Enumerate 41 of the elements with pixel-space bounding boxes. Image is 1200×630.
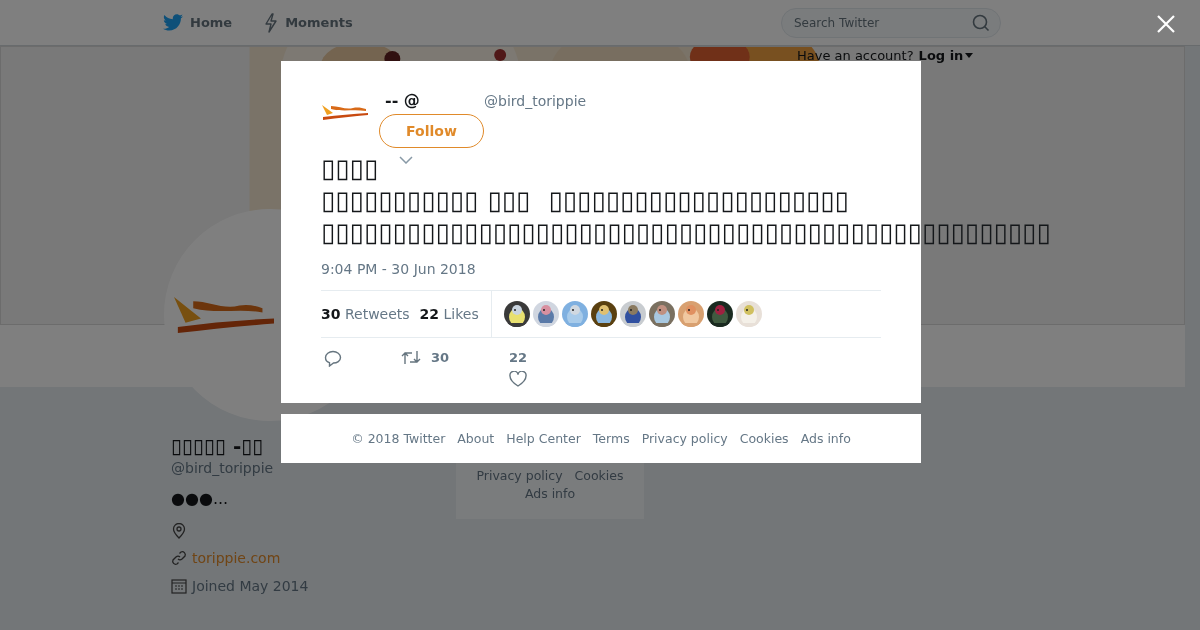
profile-bio: ●●●... [171, 489, 230, 509]
retweet-count[interactable]: 30 Retweets [321, 306, 410, 322]
nav-link[interactable]: Home [163, 14, 233, 31]
bird-icon [163, 14, 183, 31]
heart-icon [509, 371, 528, 387]
calendar-icon [171, 578, 187, 594]
location-icon [171, 523, 187, 539]
logo-icon [174, 297, 274, 333]
reply-icon [324, 350, 342, 367]
retweet-button[interactable]: 30 [401, 350, 509, 365]
author-name: -- @ [385, 91, 421, 110]
like-count[interactable]: 22 Likes [419, 306, 479, 322]
link-icon [171, 550, 187, 566]
follow-button[interactable]: Follow [379, 114, 484, 148]
tweet-timestamp: 9:04 PM - 30 Jun 2018 [321, 260, 477, 278]
search-icon [972, 13, 990, 32]
chevron-icon[interactable] [399, 156, 413, 164]
caret-icon [965, 53, 974, 58]
profile-name: ▯▯▯▯▯ -▯▯ [171, 433, 264, 459]
footer-link[interactable]: Cookies [574, 467, 624, 485]
profile-handle: @bird_torippie [171, 459, 275, 477]
footer-link[interactable]: Privacy policy [476, 467, 563, 485]
close-icon [1157, 15, 1175, 33]
footer-link[interactable]: Ads info [800, 431, 851, 446]
login-link[interactable]: Log in [918, 48, 974, 63]
lightning-icon [264, 12, 279, 33]
tweet-text: ▯▯▯▯▯▯▯▯▯▯▯ ▯▯▯ ▯▯▯▯▯▯▯▯▯▯▯▯▯▯▯▯▯▯▯▯▯ [321, 184, 849, 216]
joined-date: Joined May 2014 [192, 577, 309, 595]
retweet-icon [401, 350, 421, 365]
nav-link[interactable]: Moments [264, 12, 353, 33]
footer-link[interactable]: © 2018 Twitter [351, 431, 446, 446]
footer-link[interactable]: Cookies [739, 431, 789, 446]
footer-link[interactable]: About [457, 431, 495, 446]
author-handle: @bird_torippie [484, 93, 587, 109]
footer-link[interactable]: Terms [592, 431, 630, 446]
footer-link[interactable]: Ads info [524, 485, 576, 503]
like-button[interactable]: 22 [509, 350, 528, 387]
footer-link[interactable]: Help Center [506, 431, 581, 446]
search-field[interactable]: Search Twitter [781, 7, 1001, 38]
footer-link[interactable]: Privacy policy [641, 431, 728, 446]
tweet-text: ▯▯▯▯ [321, 152, 379, 184]
